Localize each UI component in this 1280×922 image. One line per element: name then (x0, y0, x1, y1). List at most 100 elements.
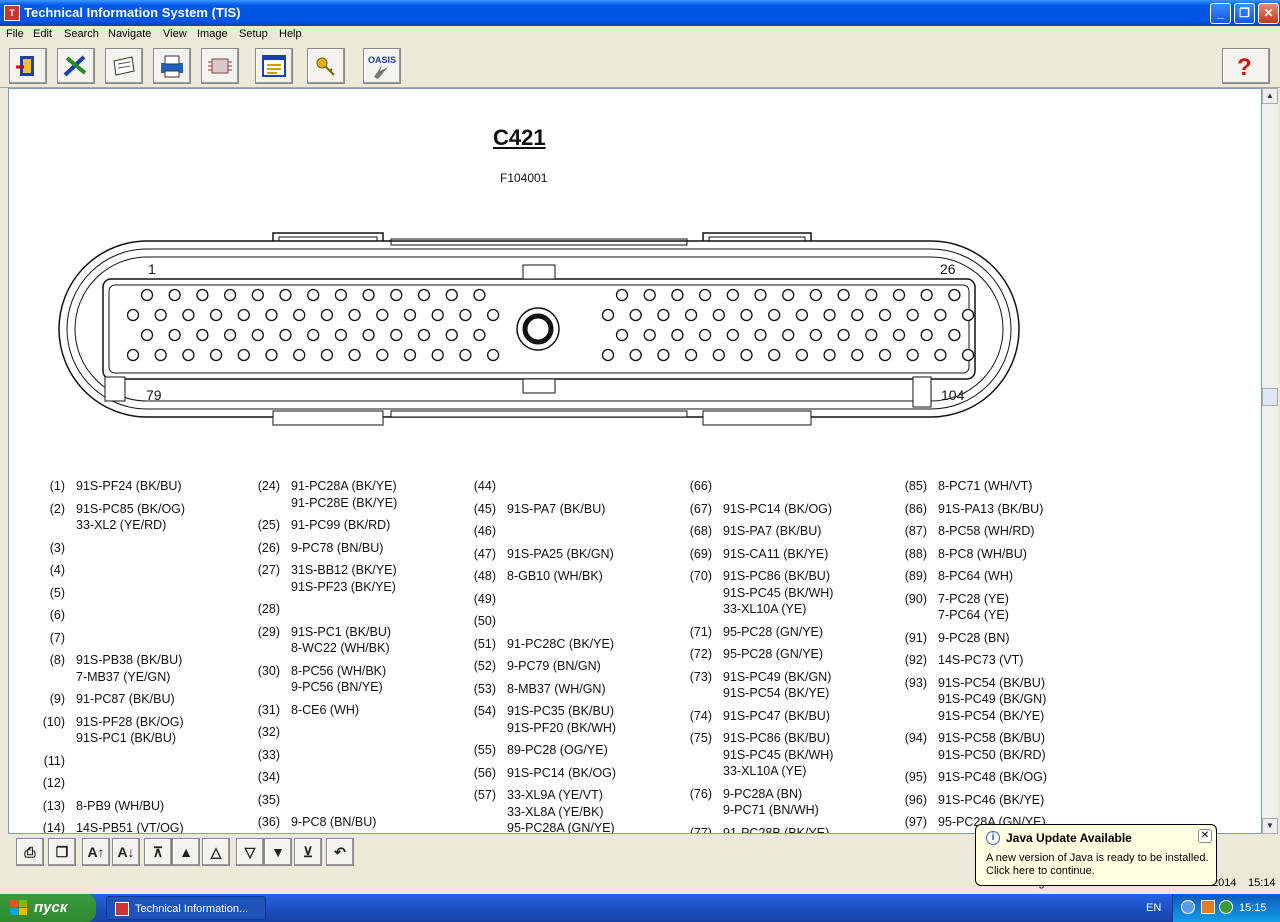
pin-hole (307, 328, 320, 342)
module-icon (208, 58, 232, 74)
pin-hole (459, 348, 472, 362)
pin-hole (486, 348, 500, 362)
page-up-button[interactable]: ▲ (172, 838, 200, 866)
scroll-down-arrow[interactable]: ▼ (1262, 818, 1278, 834)
tray-security-icon[interactable] (1219, 900, 1233, 914)
pin-hole (209, 348, 223, 362)
font-smaller-button[interactable]: A↓ (112, 838, 140, 866)
menu-view[interactable]: View (163, 28, 187, 40)
menu-image[interactable]: Image (197, 28, 228, 40)
menu-help[interactable]: Help (279, 28, 302, 40)
pin-hole (126, 308, 140, 322)
pin-hole (279, 328, 292, 342)
checklist-button[interactable] (255, 48, 293, 84)
pin-number: (48) (473, 569, 496, 583)
pin-number: (2) (49, 501, 65, 516)
pin-circuit: 14S-PC73 (VT) (938, 653, 1024, 667)
help-button[interactable]: ? (1222, 48, 1270, 84)
pin-circuit: 91S-PA13 (BK/BU) (938, 501, 1044, 516)
language-indicator[interactable]: EN (1146, 902, 1161, 914)
pin-hole (865, 328, 878, 342)
pin-number: (11) (43, 753, 65, 768)
pin-hole (601, 308, 615, 322)
pin-circuit: 91S-PC46 (BK/YE) (938, 792, 1045, 807)
pin-circuit: 91-PC99 (BK/RD) (291, 518, 391, 532)
pin-number: (47) (473, 546, 496, 561)
copy-button[interactable]: ❐ (48, 838, 76, 866)
pin-circuit: 91S-PC86 (BK/BU) (723, 569, 830, 583)
minimize-button[interactable]: _ (1210, 3, 1231, 24)
module-button[interactable] (201, 48, 239, 84)
pin-hole (795, 348, 809, 362)
pin-number: (74) (689, 708, 712, 723)
connector-diagram: 1 26 79 104 (58, 232, 1020, 426)
line-up-button[interactable]: △ (202, 838, 230, 866)
top-icon: ⊼ (152, 844, 164, 860)
java-update-balloon[interactable]: i Java Update Available ✕ A new version … (975, 824, 1217, 886)
pin-circuit: 14S-PB51 (VT/OG) (76, 821, 184, 834)
balloon-link[interactable]: Click here to continue. (986, 865, 1095, 877)
back-button[interactable]: ↶ (326, 838, 354, 866)
document-view[interactable]: C421 F104001 1 26 79 104 (1) 91S-PF24 (B… (8, 88, 1262, 834)
pin-hole (154, 308, 167, 322)
pin-hole (948, 288, 961, 302)
print-button[interactable]: ⎙ (16, 838, 44, 866)
pin-circuit: 91-PC28B (BK/YE) (723, 825, 830, 834)
pin-number: (92) (904, 653, 927, 667)
pin-label-1: 1 (148, 261, 156, 277)
maximize-button[interactable]: ❐ (1234, 3, 1255, 24)
scroll-thumb[interactable] (1262, 388, 1278, 406)
pin-hole (182, 348, 195, 362)
pin-hole (251, 288, 264, 302)
title-bar[interactable]: T Technical Information System (TIS) _ ❐… (0, 0, 1280, 26)
pin-number: (31) (257, 702, 280, 717)
menu-edit[interactable]: Edit (33, 28, 52, 40)
close-button[interactable]: ✕ (1258, 3, 1279, 24)
printer-button[interactable] (153, 48, 191, 84)
pin-hole (403, 308, 417, 322)
pin-circuit: 91S-PF28 (BK/OG) (76, 714, 184, 729)
pin-hole (168, 328, 181, 342)
menu-search[interactable]: Search (64, 28, 99, 40)
pin-circuit: 9-PC28A (BN) (723, 786, 803, 801)
pin-number: (3) (49, 540, 65, 555)
oasis-button[interactable]: OASIS (363, 48, 401, 84)
pin-hole (657, 348, 670, 362)
bottom-button[interactable]: ⊻ (294, 838, 322, 866)
taskbar-item-tis[interactable]: Technical Information... (106, 896, 266, 920)
oasis-icon: OASIS (368, 55, 396, 79)
pin-hole (851, 308, 864, 322)
pin-number: (36) (257, 815, 280, 829)
pin-hole (196, 328, 209, 342)
page-down-button[interactable]: ▼ (264, 838, 292, 866)
pin-hole (334, 288, 348, 302)
line-down-button[interactable]: ▽ (236, 838, 264, 866)
pin-number: (52) (473, 659, 496, 673)
font-larger-button[interactable]: A↑ (82, 838, 110, 866)
exit-button[interactable] (9, 48, 47, 84)
pin-hole (223, 288, 237, 302)
top-button[interactable]: ⊼ (144, 838, 172, 866)
pin-hole (782, 288, 795, 302)
pin-hole (320, 308, 334, 322)
pin-circuit: 91S-PF23 (BK/YE) (291, 579, 396, 594)
menu-setup[interactable]: Setup (239, 28, 268, 40)
key-button[interactable] (307, 48, 345, 84)
tray-java-icon[interactable] (1201, 900, 1215, 914)
pin-hole (851, 348, 864, 362)
start-button[interactable]: пуск (0, 894, 96, 922)
tray-network-icon[interactable] (1181, 900, 1195, 914)
document-button[interactable] (105, 48, 143, 84)
menu-file[interactable]: File (6, 28, 24, 40)
vertical-scrollbar[interactable]: ▲ ▼ (1262, 88, 1278, 834)
balloon-close-button[interactable]: ✕ (1198, 829, 1212, 843)
pin-hole (878, 348, 892, 362)
menu-navigate[interactable]: Navigate (108, 28, 151, 40)
scroll-up-arrow[interactable]: ▲ (1262, 88, 1278, 104)
tools-button[interactable] (57, 48, 95, 84)
clock[interactable]: 15:15 (1239, 902, 1267, 914)
pin-circuit: 91S-PC45 (BK/WH) (723, 585, 834, 600)
pin-number: (93) (904, 675, 927, 690)
pin-number: (24) (257, 479, 280, 493)
pin-hole (726, 288, 739, 302)
